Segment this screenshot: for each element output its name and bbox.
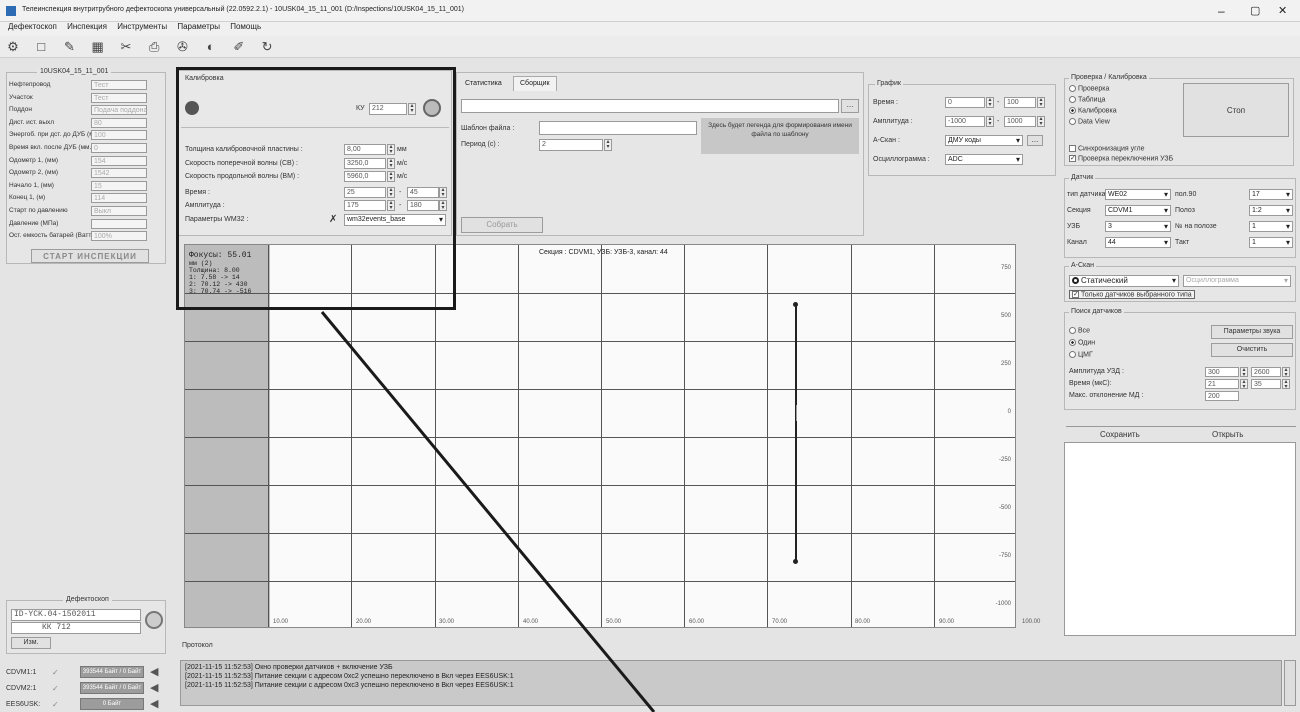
app-window: Телеинспекция внутритрубного дефектоскоп… [0,0,1300,712]
pointer-line [320,311,656,712]
